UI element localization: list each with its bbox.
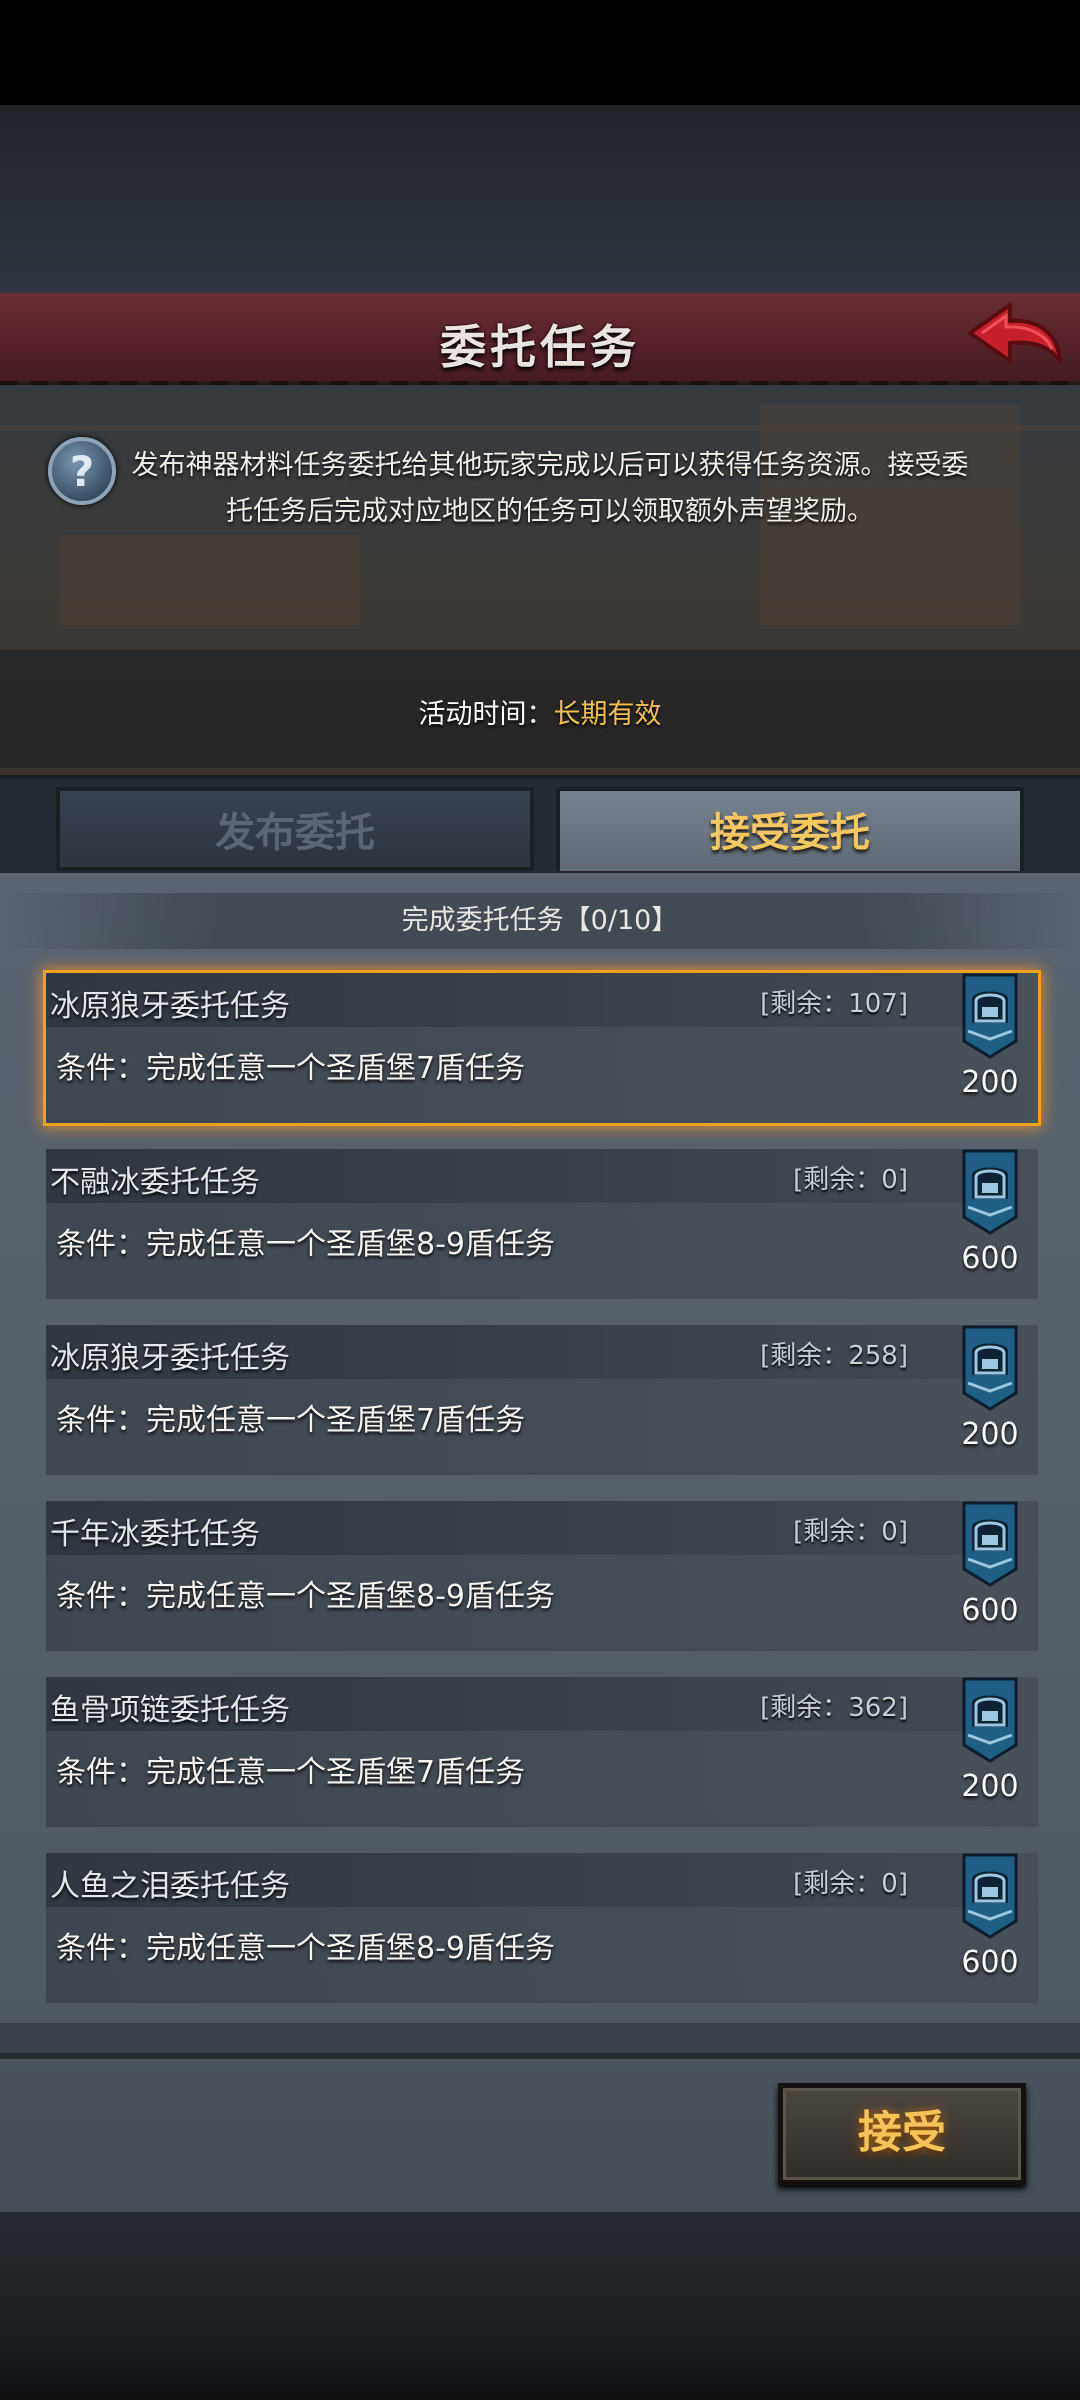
- status-bar-area: [0, 0, 1080, 105]
- activity-time-label: 活动时间：: [418, 699, 554, 730]
- shield-badge-icon: [962, 973, 1018, 1059]
- task-condition: 条件：完成任意一个圣盾堡8-9盾任务: [56, 1227, 555, 1262]
- task-name: 冰原狼牙委托任务: [50, 989, 290, 1024]
- task-condition: 条件：完成任意一个圣盾堡8-9盾任务: [56, 1931, 555, 1966]
- shield-badge-icon: [962, 1325, 1018, 1411]
- shield-badge-icon: [962, 1853, 1018, 1939]
- background-top: [0, 105, 1080, 295]
- task-name: 鱼骨项链委托任务: [50, 1693, 290, 1728]
- tab-accept[interactable]: 接受委托: [556, 787, 1024, 871]
- task-name: 千年冰委托任务: [50, 1517, 260, 1552]
- task-name: 不融冰委托任务: [50, 1165, 260, 1200]
- task-item[interactable]: 不融冰委托任务 [剩余：0] 条件：完成任意一个圣盾堡8-9盾任务 600: [46, 1149, 1038, 1299]
- task-remaining: [剩余：0]: [793, 1165, 908, 1195]
- info-scene: ? 发布神器材料任务委托给其他玩家完成以后可以获得任务资源。接受委托任务后完成对…: [0, 385, 1080, 775]
- background-bottom: [0, 2212, 1080, 2400]
- shield-badge-icon: [962, 1501, 1018, 1587]
- reward-amount: 200: [961, 1417, 1019, 1452]
- task-item[interactable]: 鱼骨项链委托任务 [剩余：362] 条件：完成任意一个圣盾堡7盾任务 200: [46, 1677, 1038, 1827]
- task-condition: 条件：完成任意一个圣盾堡7盾任务: [56, 1403, 526, 1438]
- shield-badge-icon: [962, 1149, 1018, 1235]
- task-remaining: [剩余：107]: [760, 989, 908, 1019]
- reward-amount: 200: [961, 1065, 1019, 1100]
- task-remaining: [剩余：0]: [793, 1869, 908, 1899]
- description-text: 发布神器材料任务委托给其他玩家完成以后可以获得任务资源。接受委托任务后完成对应地…: [131, 450, 969, 527]
- panel-header: 委托任务: [0, 293, 1080, 385]
- commission-panel: 委托任务 ? 发布神器材料任务委托给其他玩家完成以后可以获得任务资源。接受委托任…: [0, 293, 1080, 2213]
- back-arrow-icon[interactable]: [960, 299, 1070, 379]
- task-condition: 条件：完成任意一个圣盾堡8-9盾任务: [56, 1579, 555, 1614]
- help-icon[interactable]: ?: [48, 437, 116, 505]
- task-remaining: [剩余：258]: [760, 1341, 908, 1371]
- accept-button[interactable]: 接受: [778, 2083, 1026, 2185]
- task-item[interactable]: 千年冰委托任务 [剩余：0] 条件：完成任意一个圣盾堡8-9盾任务 600: [46, 1501, 1038, 1651]
- reward-amount: 200: [961, 1769, 1019, 1804]
- reward-amount: 600: [961, 1945, 1019, 1980]
- footer-bar: 接受: [0, 2053, 1080, 2213]
- task-item[interactable]: 人鱼之泪委托任务 [剩余：0] 条件：完成任意一个圣盾堡8-9盾任务 600: [46, 1853, 1038, 2003]
- activity-time-value: 长期有效: [553, 699, 662, 730]
- reward-amount: 600: [961, 1241, 1019, 1276]
- reward-amount: 600: [961, 1593, 1019, 1628]
- task-condition: 条件：完成任意一个圣盾堡7盾任务: [56, 1755, 526, 1790]
- completion-summary: 完成委托任务【0/10】: [0, 893, 1080, 949]
- task-name: 人鱼之泪委托任务: [50, 1869, 290, 1904]
- task-remaining: [剩余：362]: [760, 1693, 908, 1723]
- activity-time-bar: 活动时间：长期有效: [0, 650, 1080, 768]
- task-condition: 条件：完成任意一个圣盾堡7盾任务: [56, 1051, 526, 1086]
- activity-time: 活动时间：长期有效: [0, 692, 1080, 731]
- tab-publish[interactable]: 发布委托: [56, 787, 534, 871]
- task-item[interactable]: 冰原狼牙委托任务 [剩余：107] 条件：完成任意一个圣盾堡7盾任务 200: [46, 973, 1038, 1123]
- scene-plank: [60, 535, 360, 625]
- task-name: 冰原狼牙委托任务: [50, 1341, 290, 1376]
- help-icon-glyph: ?: [69, 447, 95, 496]
- shield-badge-icon: [962, 1677, 1018, 1763]
- task-item[interactable]: 冰原狼牙委托任务 [剩余：258] 条件：完成任意一个圣盾堡7盾任务 200: [46, 1325, 1038, 1475]
- task-list: 完成委托任务【0/10】 冰原狼牙委托任务 [剩余：107] 条件：完成任意一个…: [0, 873, 1080, 2023]
- task-remaining: [剩余：0]: [793, 1517, 908, 1547]
- page-title: 委托任务: [440, 320, 640, 374]
- tab-bar: 发布委托 接受委托: [0, 775, 1080, 873]
